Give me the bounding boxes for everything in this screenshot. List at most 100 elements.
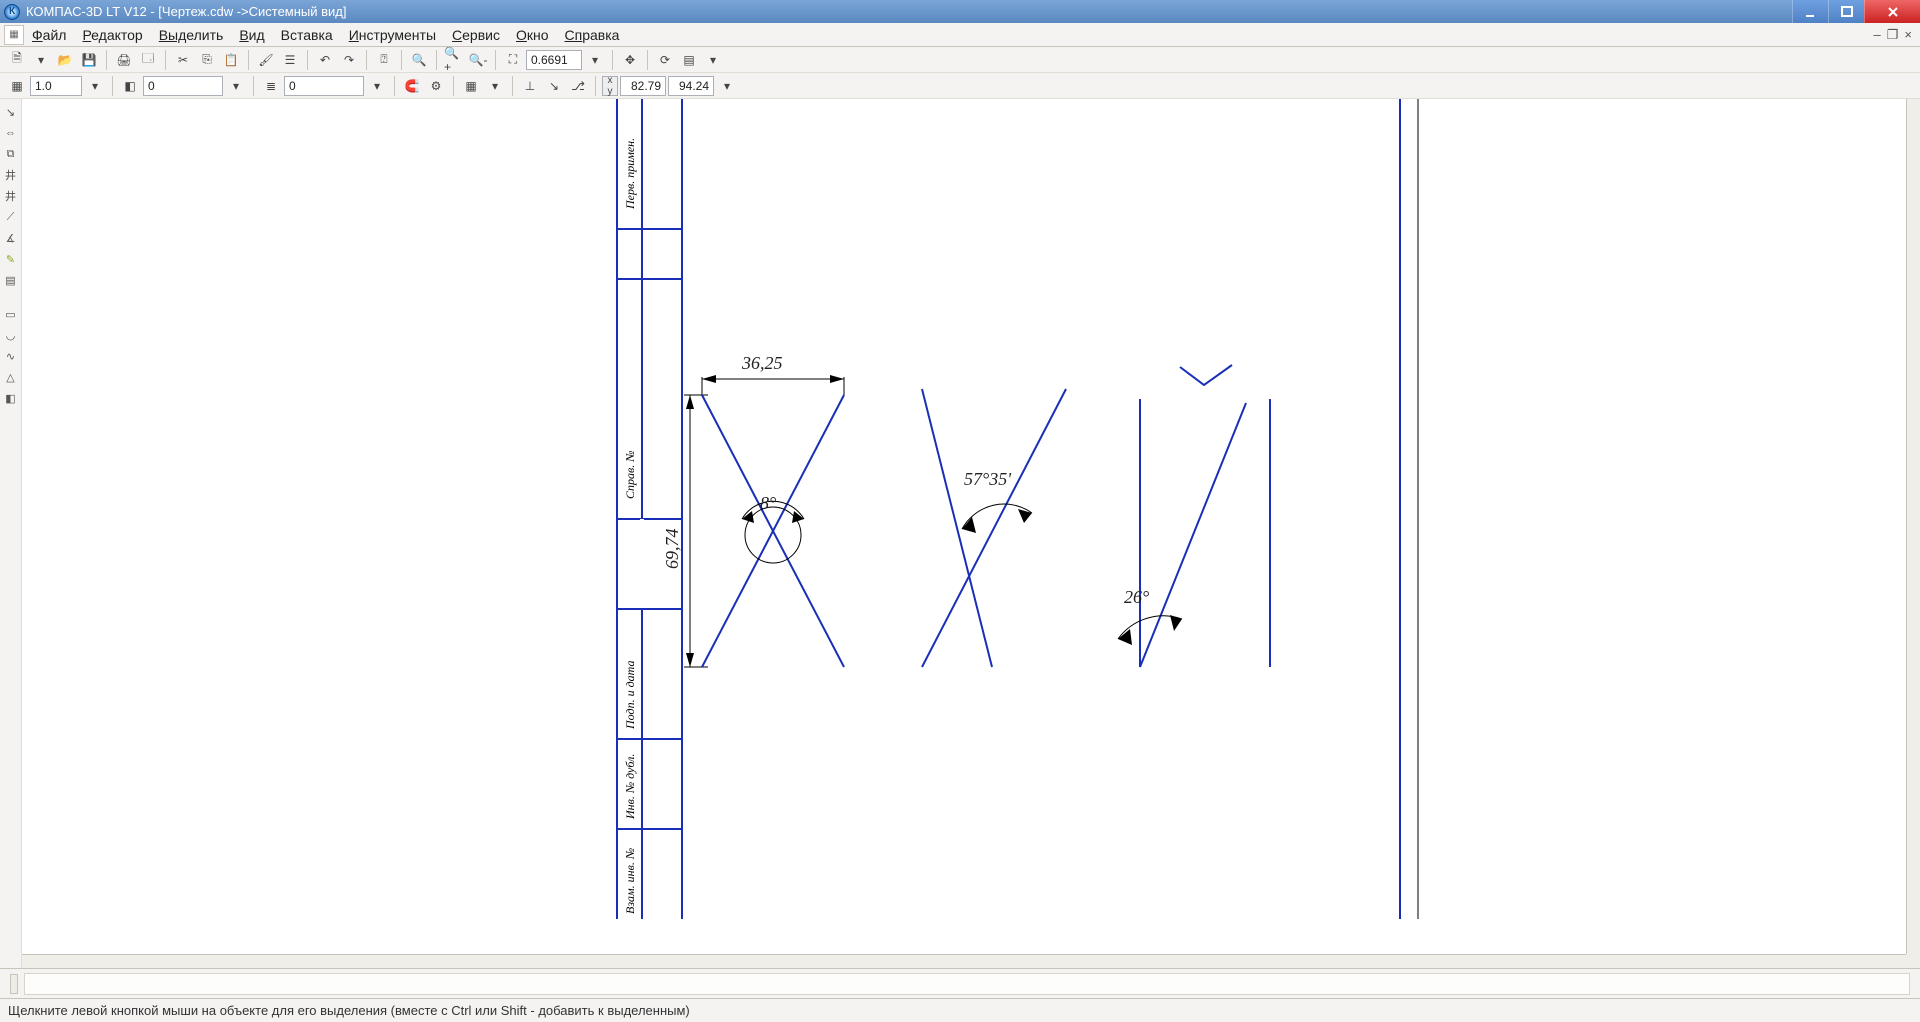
horizontal-scrollbar[interactable] bbox=[22, 954, 1906, 968]
menu-help[interactable]: Справка bbox=[557, 24, 628, 46]
titlebar: К КОМПАС-3D LT V12 - [Чертеж.cdw ->Систе… bbox=[0, 0, 1920, 23]
geometry-tool-icon[interactable]: ↘ bbox=[2, 103, 20, 121]
dim-v-value: 69,74 bbox=[662, 529, 682, 570]
coord-y-input[interactable] bbox=[668, 76, 714, 96]
close-button[interactable] bbox=[1864, 0, 1920, 23]
left-toolbox: ↘ ⇔ ⧉ 井 井 ⟋ ∡ ✎ ▤ ▭ ◡ ∿ △ ◧ bbox=[0, 99, 22, 968]
zoom-fit-icon[interactable]: ⛶ bbox=[502, 49, 524, 71]
dropdown-icon[interactable]: ▾ bbox=[716, 75, 738, 97]
stamp-label: Подп. и дата bbox=[623, 661, 637, 730]
save-button[interactable]: 💾 bbox=[78, 49, 100, 71]
dimension-vertical: 69,74 bbox=[662, 395, 708, 667]
maximize-button[interactable] bbox=[1828, 0, 1864, 23]
grid-icon[interactable]: ▦ bbox=[460, 75, 482, 97]
stamp-column: Перв. примен. Справ. № Подп. и дата Инв.… bbox=[617, 99, 682, 919]
redraw-icon[interactable]: ⟳ bbox=[654, 49, 676, 71]
undo-button[interactable]: ↶ bbox=[314, 49, 336, 71]
dimensions-tool-icon[interactable]: ⇔ bbox=[2, 124, 20, 142]
measure-tool-icon[interactable]: ∡ bbox=[2, 229, 20, 247]
view-tree-icon[interactable]: ▤ bbox=[678, 49, 700, 71]
ortho-icon[interactable]: ⊥ bbox=[519, 75, 541, 97]
zoom-window-icon[interactable]: 🔍 bbox=[408, 49, 430, 71]
zoom-input[interactable] bbox=[526, 50, 582, 70]
figure-1: 8° bbox=[702, 395, 844, 667]
text-tool-icon[interactable]: 井 bbox=[2, 166, 20, 184]
layers-icon[interactable]: ≣ bbox=[260, 75, 282, 97]
view-icon[interactable]: ◧ bbox=[119, 75, 141, 97]
dropdown-icon[interactable]: ▾ bbox=[30, 49, 52, 71]
angle2-value: 57°35' bbox=[964, 469, 1012, 489]
minimize-button[interactable] bbox=[1792, 0, 1828, 23]
paste-button[interactable]: 📋 bbox=[220, 49, 242, 71]
style-input[interactable] bbox=[30, 76, 82, 96]
dropdown-icon[interactable]: ▾ bbox=[366, 75, 388, 97]
round-icon[interactable]: ↘ bbox=[543, 75, 565, 97]
dropdown-icon[interactable]: ▾ bbox=[484, 75, 506, 97]
property-bar bbox=[0, 968, 1920, 998]
cut-button[interactable]: ✂ bbox=[172, 49, 194, 71]
point-tool-icon[interactable]: △ bbox=[2, 368, 20, 386]
new-button[interactable]: 🗎 bbox=[6, 49, 28, 71]
dropdown-icon[interactable]: ▾ bbox=[84, 75, 106, 97]
edit-tool-icon[interactable]: 井 bbox=[2, 187, 20, 205]
dropdown-icon[interactable]: ▾ bbox=[702, 49, 724, 71]
window-title: КОМПАС-3D LT V12 - [Чертеж.cdw ->Системн… bbox=[26, 4, 347, 19]
coord-x-input[interactable] bbox=[620, 76, 666, 96]
figure-3: 26° bbox=[1118, 365, 1270, 667]
toolbar-state: ▦ ▾ ◧ ▾ ≣ ▾ 🧲 ⚙ ▦ ▾ ⊥ ↘ ⎇ xy ▾ bbox=[0, 73, 1920, 99]
window-controls bbox=[1792, 0, 1920, 23]
layer-input-2[interactable] bbox=[284, 76, 364, 96]
menu-select[interactable]: Выделить bbox=[151, 24, 232, 46]
spline-tool-icon[interactable]: ∿ bbox=[2, 347, 20, 365]
mdi-minimize-icon[interactable]: – bbox=[1874, 27, 1881, 43]
menu-tools[interactable]: Инструменты bbox=[341, 24, 444, 46]
redo-button[interactable]: ↷ bbox=[338, 49, 360, 71]
dropdown-icon[interactable]: ▾ bbox=[225, 75, 247, 97]
snap-settings-icon[interactable]: ⚙ bbox=[425, 75, 447, 97]
menu-insert[interactable]: Вставка bbox=[273, 24, 341, 46]
arc-tool-icon[interactable]: ◡ bbox=[2, 326, 20, 344]
print-button[interactable]: 🖨 bbox=[113, 49, 135, 71]
menu-edit[interactable]: Редактор bbox=[74, 24, 150, 46]
line-tool-icon[interactable]: ▭ bbox=[2, 305, 20, 323]
mdi-restore-icon[interactable]: ❐ bbox=[1887, 27, 1899, 43]
mdi-controls: – ❐ × bbox=[1874, 27, 1920, 43]
symbols-tool-icon[interactable]: ⧉ bbox=[2, 145, 20, 163]
menu-view[interactable]: Вид bbox=[231, 24, 272, 46]
menu-file[interactable]: Файл bbox=[24, 24, 74, 46]
canvas-area: Перв. примен. Справ. № Подп. и дата Инв.… bbox=[22, 99, 1920, 968]
params-tool-icon[interactable]: ⟋ bbox=[2, 208, 20, 226]
copy-button[interactable]: ⎘ bbox=[196, 49, 218, 71]
menu-window[interactable]: Окно bbox=[508, 24, 557, 46]
mdi-close-icon[interactable]: × bbox=[1904, 27, 1912, 43]
status-text: Щелкните левой кнопкой мыши на объекте д… bbox=[8, 1003, 690, 1018]
drawing-canvas[interactable]: Перв. примен. Справ. № Подп. и дата Инв.… bbox=[22, 99, 1906, 954]
lcs-icon[interactable]: ⎇ bbox=[567, 75, 589, 97]
pan-icon[interactable]: ✥ bbox=[619, 49, 641, 71]
open-button[interactable]: 📂 bbox=[54, 49, 76, 71]
menu-service[interactable]: Сервис bbox=[444, 24, 508, 46]
vertical-scrollbar[interactable] bbox=[1906, 99, 1920, 954]
stamp-label: Инв. № дубл. bbox=[623, 754, 637, 820]
snap-toggle-icon[interactable]: 🧲 bbox=[401, 75, 423, 97]
zoom-dropdown-icon[interactable]: ▾ bbox=[584, 49, 606, 71]
layer-input-1[interactable] bbox=[143, 76, 223, 96]
stamp-label: Взам. инв. № bbox=[623, 848, 637, 914]
grid-step-icon[interactable]: ▦ bbox=[6, 75, 28, 97]
zoom-in-button[interactable]: 🔍+ bbox=[443, 49, 465, 71]
statusbar: Щелкните левой кнопкой мыши на объекте д… bbox=[0, 998, 1920, 1022]
select-tool-icon[interactable]: ✎ bbox=[2, 250, 20, 268]
property-panel-handle[interactable] bbox=[10, 974, 18, 994]
spec-tool-icon[interactable]: ▤ bbox=[2, 271, 20, 289]
help-context-icon[interactable]: ⍰ bbox=[373, 49, 395, 71]
document-icon[interactable]: ▦ bbox=[4, 25, 24, 45]
zoom-out-button[interactable]: 🔍- bbox=[467, 49, 489, 71]
stamp-label: Перв. примен. bbox=[623, 138, 637, 210]
preview-button[interactable]: 🗔 bbox=[137, 49, 159, 71]
hatch-tool-icon[interactable]: ◧ bbox=[2, 389, 20, 407]
properties-button[interactable]: ☰ bbox=[279, 49, 301, 71]
dim-h-value: 36,25 bbox=[741, 353, 783, 373]
property-panel[interactable] bbox=[24, 973, 1910, 995]
format-painter-icon[interactable]: 🖌 bbox=[255, 49, 277, 71]
dimension-horizontal: 36,25 bbox=[702, 353, 844, 395]
